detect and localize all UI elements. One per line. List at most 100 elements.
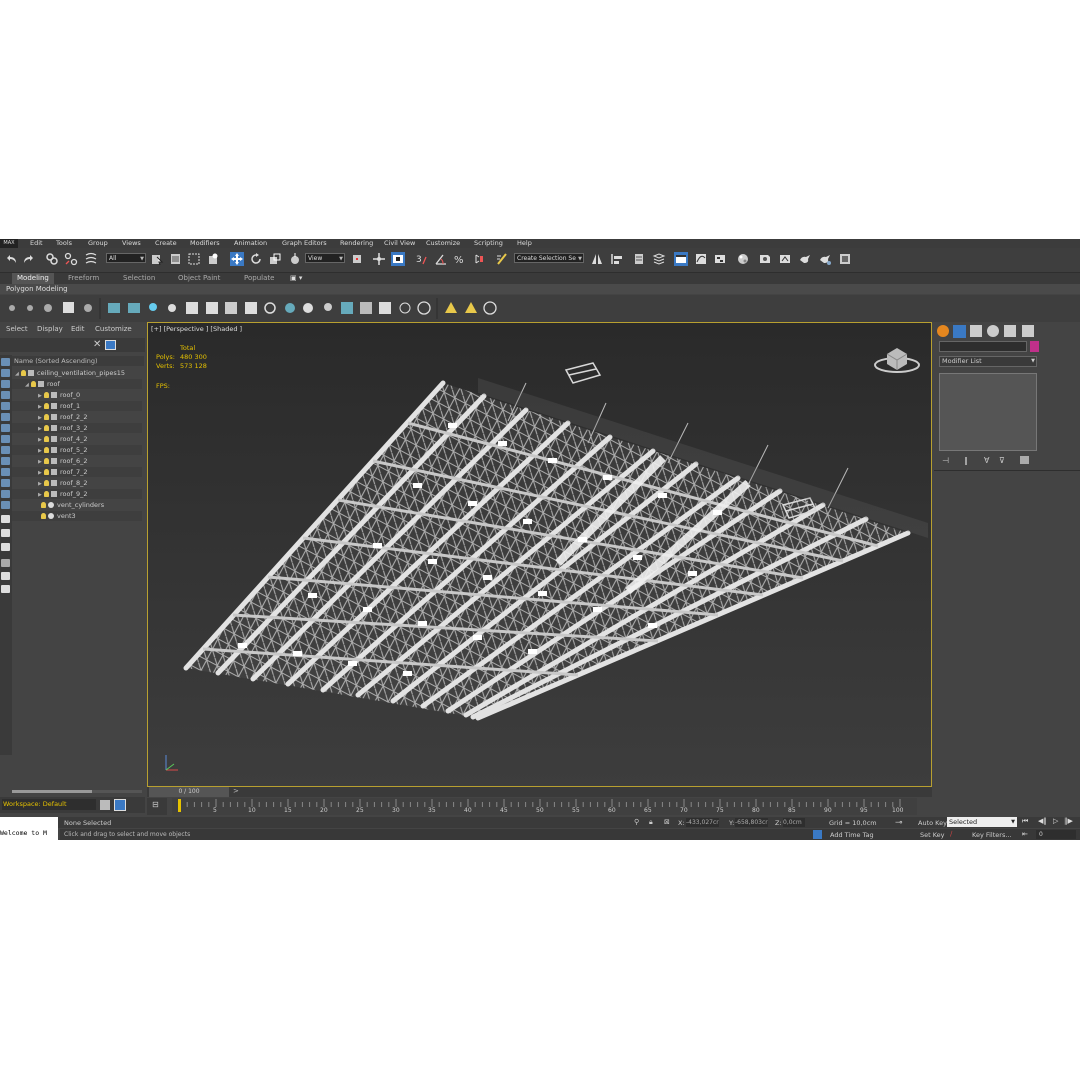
light-bulb-icon[interactable] xyxy=(44,392,49,398)
pin-stack-icon[interactable]: ⊣ xyxy=(942,456,949,465)
expand-arrow-icon[interactable]: ▶ xyxy=(12,402,44,412)
tab-selection[interactable]: Selection xyxy=(123,273,155,284)
menu-tools[interactable]: Tools xyxy=(56,239,72,248)
tree-row[interactable]: ▶ roof_1 xyxy=(12,401,142,411)
y-coordinate-field[interactable]: -658,803cr xyxy=(735,818,768,827)
expand-arrow-icon[interactable]: ▶ xyxy=(12,446,44,456)
configure-modifier-sets-icon[interactable] xyxy=(1020,456,1029,464)
explorer-tool-icon[interactable] xyxy=(1,543,10,551)
light-bulb-icon[interactable] xyxy=(44,491,49,497)
undo-icon[interactable] xyxy=(4,252,18,266)
explorer-scrollbar[interactable] xyxy=(12,790,142,793)
schematic-view-icon[interactable] xyxy=(713,252,727,266)
layer-explorer-icon[interactable] xyxy=(632,252,646,266)
x-coordinate-field[interactable]: -433,027cr xyxy=(686,818,719,827)
explorer-edit-menu[interactable]: Edit xyxy=(71,325,85,333)
unlink-icon[interactable] xyxy=(64,252,78,266)
time-slider[interactable]: 0 / 100 > xyxy=(147,787,932,797)
tree-row[interactable]: ▶ roof_8_2 xyxy=(12,478,142,488)
light-bulb-icon[interactable] xyxy=(44,458,49,464)
menu-customize[interactable]: Customize xyxy=(426,239,460,248)
set-key-button[interactable]: Set Key xyxy=(920,831,945,839)
explorer-tool-icon[interactable] xyxy=(1,515,10,523)
tab-freeform[interactable]: Freeform xyxy=(68,273,99,284)
menu-edit[interactable]: Edit xyxy=(30,239,43,248)
keyboard-shortcut-toggle-icon[interactable] xyxy=(391,252,405,266)
auto-key-button[interactable]: Auto Key xyxy=(918,819,947,827)
ceiling-truss-model[interactable] xyxy=(148,323,932,787)
current-frame-marker[interactable] xyxy=(178,799,181,812)
ribbon-options-icon[interactable]: ▣ ▾ xyxy=(290,273,302,284)
object-name-field[interactable] xyxy=(939,341,1027,352)
explorer-column-header[interactable]: Name (Sorted Ascending) xyxy=(12,356,144,366)
light-bulb-icon[interactable] xyxy=(44,447,49,453)
display-shapes-icon[interactable] xyxy=(1,391,10,399)
object-color-swatch[interactable] xyxy=(1030,341,1039,352)
display-tab-icon[interactable] xyxy=(1004,325,1016,337)
tab-object-paint[interactable]: Object Paint xyxy=(178,273,220,284)
next-frame-button-icon[interactable]: ‖▶ xyxy=(1064,817,1073,825)
light-bulb-icon[interactable] xyxy=(41,502,46,508)
light-bulb-icon[interactable] xyxy=(44,403,49,409)
curve-editor-mini-icon[interactable]: ⊟ xyxy=(152,800,159,809)
rectangular-selection-icon[interactable] xyxy=(187,252,201,266)
mirror-icon[interactable] xyxy=(590,252,604,266)
track-bar-toggle[interactable]: ⊟ xyxy=(147,798,167,815)
light-bulb-icon[interactable] xyxy=(44,425,49,431)
display-geometry-icon[interactable] xyxy=(1,380,10,388)
clear-search-icon[interactable]: ✕ xyxy=(93,339,101,350)
edit-named-selection-icon[interactable] xyxy=(495,252,509,266)
current-frame-field[interactable]: 0 xyxy=(1036,830,1076,839)
display-all-icon[interactable] xyxy=(1,369,10,377)
tab-modeling[interactable]: Modeling xyxy=(12,273,54,284)
menu-civil-view[interactable]: Civil View xyxy=(384,239,415,248)
selection-filter-dropdown[interactable]: All ▼ xyxy=(106,253,146,263)
select-scale-icon[interactable] xyxy=(268,252,282,266)
curve-editor-icon[interactable] xyxy=(694,252,708,266)
menu-create[interactable]: Create xyxy=(155,239,177,248)
collapse-arrow-icon[interactable]: ◢ xyxy=(12,369,21,379)
explorer-tool-icon[interactable] xyxy=(1,572,10,580)
window-crossing-icon[interactable] xyxy=(206,252,220,266)
named-selection-set-dropdown[interactable]: Create Selection Se ▼ xyxy=(514,253,584,263)
display-warps-icon[interactable] xyxy=(1,435,10,443)
display-cameras-icon[interactable] xyxy=(1,413,10,421)
create-tab-icon[interactable] xyxy=(937,325,949,337)
show-end-result-icon[interactable]: ‖ xyxy=(964,456,968,465)
menu-rendering[interactable]: Rendering xyxy=(340,239,373,248)
display-containers-icon[interactable] xyxy=(1,479,10,487)
ribbon-tools-icons[interactable] xyxy=(0,295,500,322)
tree-row[interactable]: ▶ roof_9_2 xyxy=(12,489,142,499)
filter-icon[interactable] xyxy=(1,559,10,567)
tree-row[interactable]: ▶ roof_4_2 xyxy=(12,434,142,444)
expand-arrow-icon[interactable]: ▶ xyxy=(12,424,44,434)
redo-icon[interactable] xyxy=(22,252,36,266)
workspace-selector[interactable]: Workspace: Default xyxy=(2,799,96,810)
isolate-icon[interactable]: ⚲ xyxy=(634,818,639,826)
tree-row[interactable]: ◢ roof xyxy=(12,379,142,389)
ribbon-panel-header[interactable]: Polygon Modeling xyxy=(0,284,1080,294)
light-bulb-icon[interactable] xyxy=(44,469,49,475)
sort-toggle-icon[interactable] xyxy=(114,799,126,811)
menu-views[interactable]: Views xyxy=(122,239,141,248)
display-bones-icon[interactable] xyxy=(1,468,10,476)
tree-row[interactable]: vent3 xyxy=(12,511,142,521)
perspective-viewport[interactable]: [+] [Perspective ] [Shaded ] Total Polys… xyxy=(147,322,932,787)
link-icon[interactable] xyxy=(45,252,59,266)
scene-explorer-icon[interactable] xyxy=(674,252,688,266)
percent-snap-icon[interactable]: % xyxy=(453,252,467,266)
remove-modifier-icon[interactable]: ⊽ xyxy=(999,456,1005,465)
light-bulb-icon[interactable] xyxy=(41,513,46,519)
add-time-tag-button[interactable]: Add Time Tag xyxy=(830,831,874,839)
hierarchy-tab-icon[interactable] xyxy=(970,325,982,337)
explorer-search-bar[interactable]: ✕ xyxy=(0,338,145,352)
selection-lock-icon[interactable]: 🔒︎ xyxy=(649,818,653,827)
select-place-icon[interactable] xyxy=(288,252,302,266)
expand-arrow-icon[interactable]: ▶ xyxy=(12,391,44,401)
absolute-mode-icon[interactable]: ⊠ xyxy=(664,818,670,826)
tree-row[interactable]: ▶ roof_5_2 xyxy=(12,445,142,455)
render-iterative-icon[interactable] xyxy=(818,252,832,266)
display-none-icon[interactable] xyxy=(1,358,10,366)
time-config-icon[interactable]: ⇤ xyxy=(1022,830,1028,838)
menu-modifiers[interactable]: Modifiers xyxy=(190,239,220,248)
